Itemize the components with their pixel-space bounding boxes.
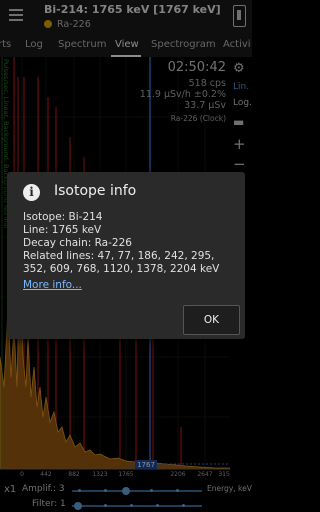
related-lines: Related lines: 47, 77, 186, 242, 295, 35… [23, 250, 220, 275]
more-info-link[interactable]: More info... [23, 279, 82, 291]
ok-button[interactable]: OK [183, 305, 240, 335]
dialog-title: Isotope info [54, 183, 137, 199]
info-icon: i [23, 184, 40, 201]
isotope-info-dialog: i Isotope info Isotope: Bi-214 Line: 176… [7, 172, 245, 339]
dialog-body: Isotope: Bi-214 Line: 1765 keV Decay cha… [23, 211, 237, 276]
isotope-name: Isotope: Bi-214 [23, 211, 103, 223]
decay-chain: Decay chain: Ra-226 [23, 237, 132, 249]
isotope-line: Line: 1765 keV [23, 224, 102, 236]
